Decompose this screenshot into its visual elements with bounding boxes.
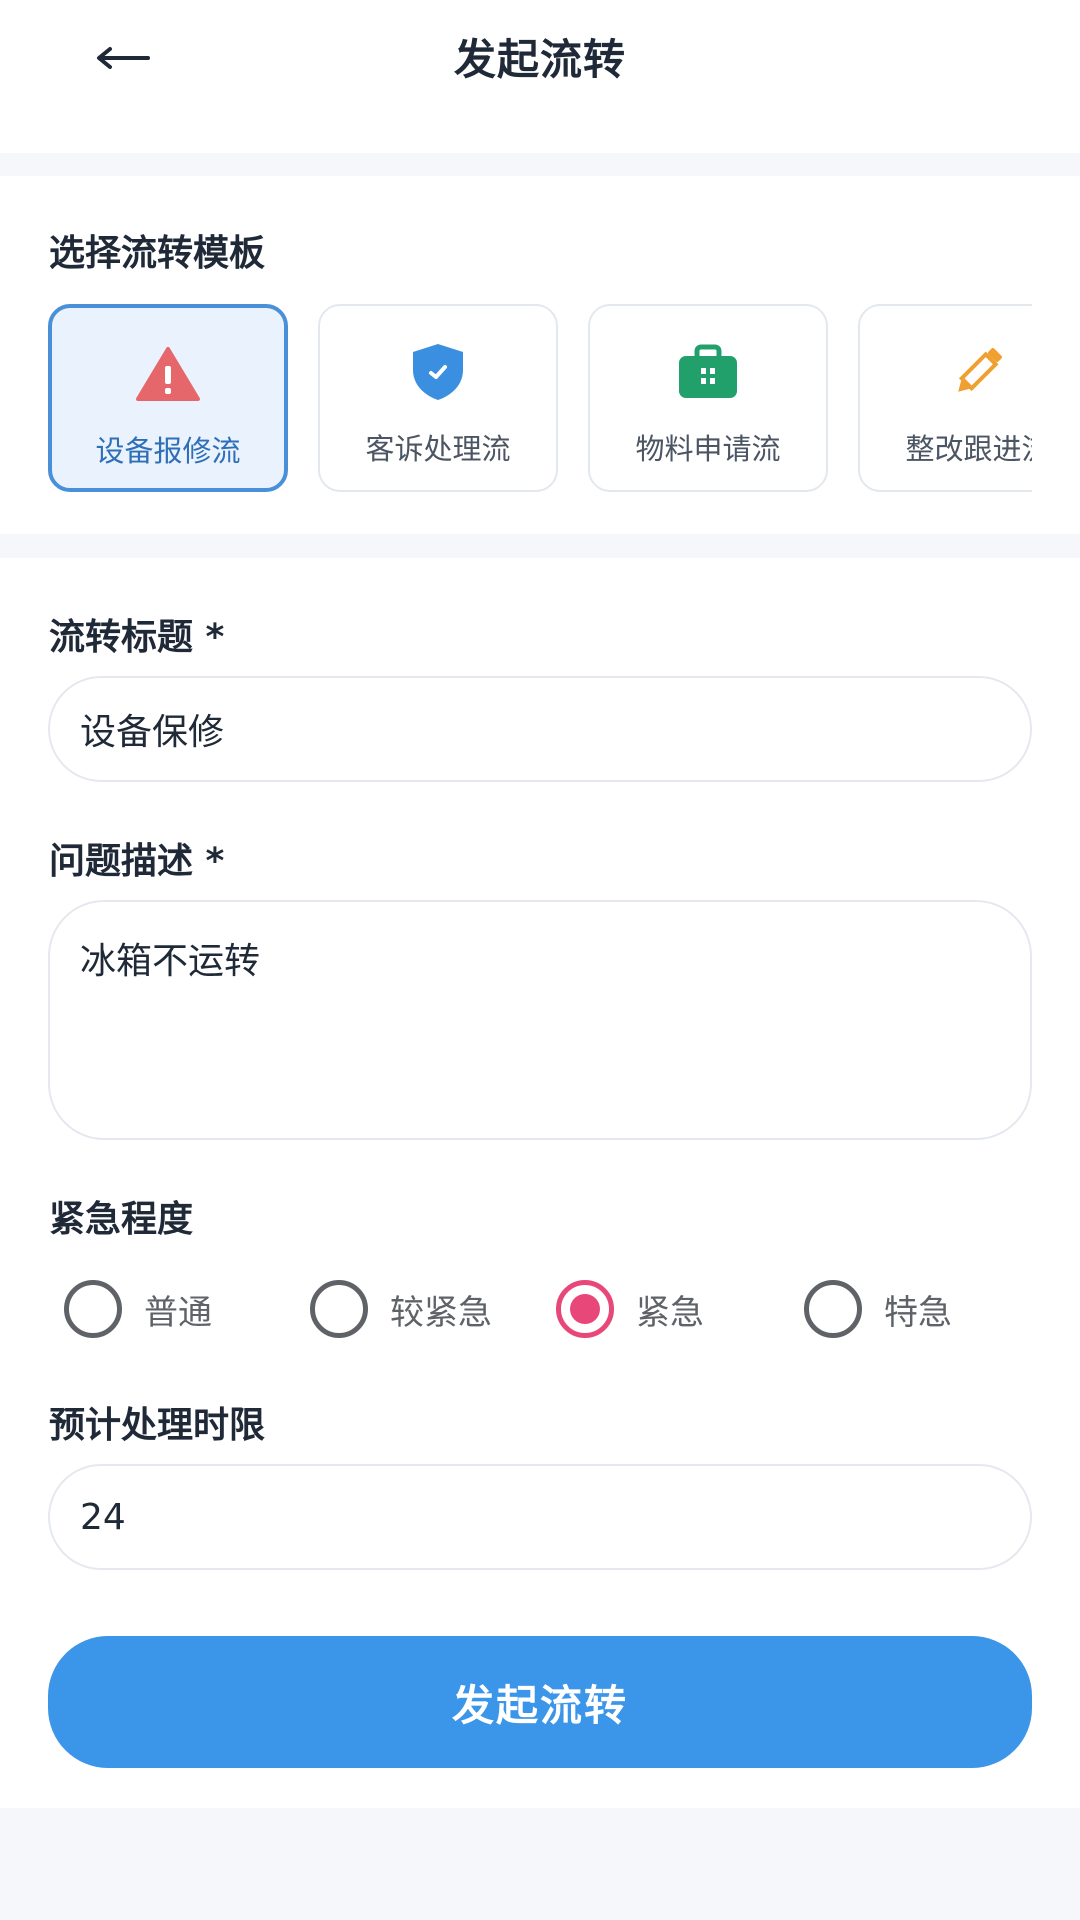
radio-button-checked[interactable] bbox=[556, 1280, 614, 1338]
warning-icon bbox=[133, 342, 203, 406]
radio-label: 普通 bbox=[144, 1292, 212, 1333]
deadline-label: 预计处理时限 bbox=[49, 1405, 266, 1446]
urgency-option-urgent[interactable]: 紧急 bbox=[556, 1274, 704, 1344]
template-card-material[interactable]: 物料申请流 bbox=[588, 304, 828, 492]
radio-dot bbox=[570, 1294, 600, 1324]
urgency-label: 紧急程度 bbox=[49, 1199, 194, 1240]
template-list[interactable]: 设备报修流 客诉处理流 物料申请流 整改跟进 bbox=[48, 304, 1032, 494]
header-bar: 发起流转 bbox=[0, 0, 1080, 153]
template-card-rectification[interactable]: 整改跟进流 bbox=[858, 304, 1032, 492]
pencil-icon bbox=[943, 340, 1013, 404]
urgency-option-normal[interactable]: 普通 bbox=[64, 1274, 212, 1344]
radio-label: 紧急 bbox=[636, 1292, 704, 1333]
description-field-label: 问题描述 * bbox=[49, 841, 225, 882]
page-title: 发起流转 bbox=[453, 35, 626, 84]
template-section-label: 选择流转模板 bbox=[49, 233, 266, 274]
radio-button[interactable] bbox=[64, 1280, 122, 1338]
radio-button[interactable] bbox=[804, 1280, 862, 1338]
form-section: 流转标题 * 设备保修 问题描述 * 冰箱不运转 紧急程度 普通 较紧急 紧急 … bbox=[0, 558, 1080, 1808]
title-input[interactable]: 设备保修 bbox=[48, 676, 1032, 782]
template-name: 整改跟进流 bbox=[905, 432, 1032, 466]
briefcase-icon bbox=[673, 340, 743, 404]
template-name: 设备报修流 bbox=[95, 434, 241, 468]
radio-label: 较紧急 bbox=[390, 1292, 492, 1333]
title-field-label: 流转标题 * bbox=[49, 617, 225, 658]
urgency-option-critical[interactable]: 特急 bbox=[804, 1274, 952, 1344]
submit-button[interactable]: 发起流转 bbox=[48, 1636, 1032, 1768]
template-section: 选择流转模板 设备报修流 客诉处理流 物料申请流 整改跟进 bbox=[0, 176, 1080, 534]
description-textarea[interactable]: 冰箱不运转 bbox=[48, 900, 1032, 1140]
template-name: 客诉处理流 bbox=[365, 432, 511, 466]
urgency-radio-group: 普通 较紧急 紧急 特急 bbox=[64, 1274, 1064, 1344]
urgency-option-fairly-urgent[interactable]: 较紧急 bbox=[310, 1274, 492, 1344]
shield-icon bbox=[403, 340, 473, 404]
template-card-equipment-repair[interactable]: 设备报修流 bbox=[48, 304, 288, 492]
template-name: 物料申请流 bbox=[635, 432, 781, 466]
radio-label: 特急 bbox=[884, 1292, 952, 1333]
radio-button[interactable] bbox=[310, 1280, 368, 1338]
deadline-input[interactable]: 24 bbox=[48, 1464, 1032, 1570]
template-card-complaint[interactable]: 客诉处理流 bbox=[318, 304, 558, 492]
